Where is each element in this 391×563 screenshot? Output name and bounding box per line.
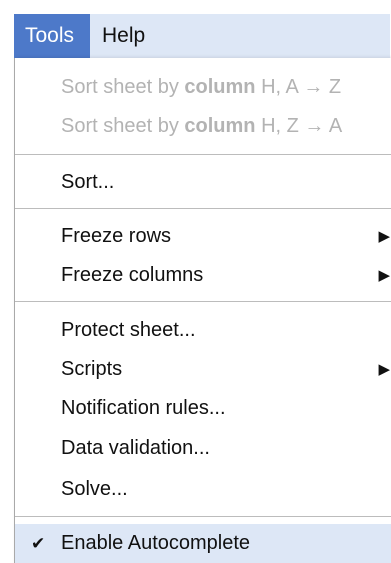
menu-item-solve[interactable]: Solve... [15,470,391,509]
menu-item-sort-sheet-za[interactable]: Sort sheet by column H, Z → A [15,107,391,146]
menu-item-label: Freeze rows [61,225,172,247]
menu-item-label: Solve... [61,478,128,500]
menu-item-label: Sort sheet by [61,76,185,98]
menu-item-notification-rules[interactable]: Notification rules... [15,389,391,428]
menu-separator [15,301,391,302]
menu-item-label: Protect sheet... [61,319,196,341]
submenu-arrow-icon: ▶ [378,267,390,284]
menu-item-sort-sheet-az[interactable]: Sort sheet by column H, A → Z [15,68,391,107]
submenu-arrow-icon: ▶ [378,361,390,378]
menu-item-label: Sort... [61,171,115,193]
menu-item-sort[interactable]: Sort... [15,163,391,202]
menu-help[interactable]: Help [90,14,390,58]
submenu-arrow-icon: ▶ [378,228,390,245]
menu-item-label: Data validation... [61,437,210,459]
menu-item-label: Freeze columns [61,264,204,286]
menu-item-freeze-columns[interactable]: Freeze columns ▶ [15,256,391,295]
checkmark-icon: ✔ [31,534,46,553]
menu-tools[interactable]: Tools [14,14,90,58]
menu-item-label-bold: column [184,115,256,137]
menu-item-label: Sort sheet by [61,115,185,137]
menu-item-enable-autocomplete[interactable]: ✔ Enable Autocomplete [15,524,391,563]
menu-item-label: H, Z → A [255,115,343,137]
menubar: Tools Help [0,0,391,58]
menu-item-label-bold: column [184,76,256,98]
menu-item-protect-sheet[interactable]: Protect sheet... [15,311,391,350]
menu-separator [15,154,391,155]
menu-item-label: Notification rules... [61,397,226,419]
menu-item-label: Scripts [61,358,123,380]
tools-dropdown-menu: Sort sheet by column H, A → Z Sort sheet… [14,58,391,563]
menu-item-label: Enable Autocomplete [61,532,251,554]
menu-item-freeze-rows[interactable]: Freeze rows ▶ [15,217,391,256]
menu-item-label: H, A → Z [255,76,342,98]
screen: Tools Help Sort sheet by column H, A → Z… [0,0,391,563]
menu-separator [15,516,391,517]
menu-item-data-validation[interactable]: Data validation... [15,429,391,468]
menu-item-scripts[interactable]: Scripts ▶ [15,350,391,389]
menu-separator [15,208,391,209]
